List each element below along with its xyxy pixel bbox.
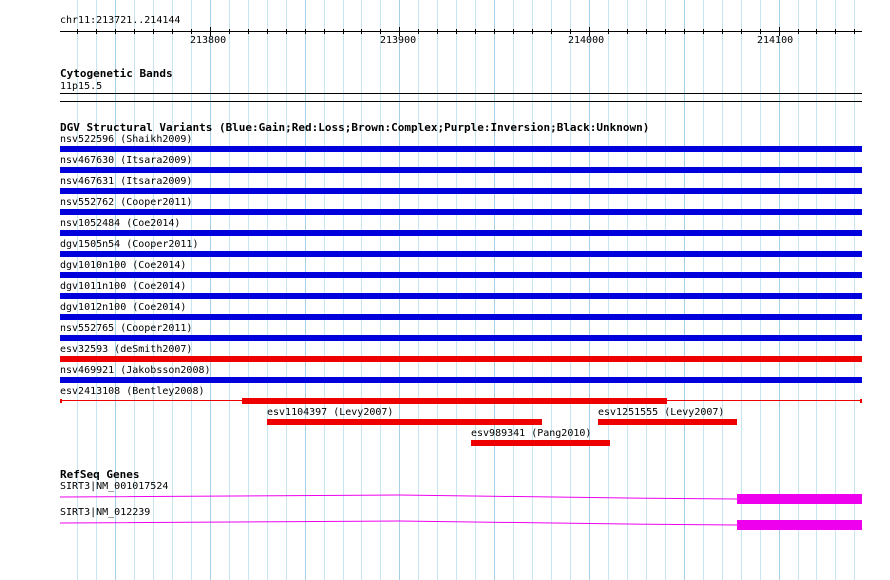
ruler-tick <box>437 29 438 34</box>
variant-bar[interactable] <box>60 272 862 278</box>
ruler-tick <box>684 29 685 34</box>
variant-span-cap <box>860 398 862 403</box>
ruler-tick <box>854 29 855 34</box>
variant-bar[interactable] <box>60 209 862 215</box>
ruler-tick <box>267 29 268 34</box>
variant-label[interactable]: nsv522596 (Shaikh2009) <box>60 134 192 145</box>
ruler-label-1: 213800 <box>190 35 227 46</box>
ruler-label-2: 213900 <box>380 35 417 46</box>
ruler-tick <box>229 29 230 34</box>
ruler-label-4: 214100 <box>757 35 794 46</box>
ruler-tick <box>741 29 742 34</box>
genome-browser-canvas: chr11:213721..214144 213800 213900 21400… <box>0 0 890 580</box>
ruler-tick <box>494 29 495 34</box>
ruler-tick <box>134 29 135 34</box>
variant-label[interactable]: dgv1012n100 (Coe2014) <box>60 302 186 313</box>
ruler-tick <box>665 29 666 34</box>
region-label: chr11:213721..214144 <box>60 15 181 26</box>
variant-label[interactable]: nsv1052484 (Coe2014) <box>60 218 180 229</box>
ruler-tick <box>153 29 154 34</box>
ruler-tick <box>570 29 571 34</box>
variant-label[interactable]: nsv467630 (Itsara2009) <box>60 155 192 166</box>
variant-label[interactable]: nsv469921 (Jakobsson2008) <box>60 365 211 376</box>
variant-bar[interactable] <box>60 293 862 299</box>
ruler-tick <box>115 29 116 34</box>
variant-label[interactable]: dgv1505n54 (Cooper2011) <box>60 239 198 250</box>
variant-label[interactable]: dgv1011n100 (Coe2014) <box>60 281 186 292</box>
refseq-track-title[interactable]: RefSeq Genes <box>60 469 139 481</box>
variant-bar[interactable] <box>60 251 862 257</box>
variant-bar[interactable] <box>60 230 862 236</box>
ruler-tick <box>703 29 704 34</box>
ruler-tick <box>551 29 552 34</box>
variant-label[interactable]: nsv552762 (Cooper2011) <box>60 197 192 208</box>
ruler-tick <box>380 29 381 34</box>
variant-bar[interactable] <box>242 398 667 404</box>
ruler-tick <box>532 29 533 34</box>
gene-exon[interactable] <box>737 494 862 504</box>
variant-label[interactable]: esv1104397 (Levy2007) <box>267 407 393 418</box>
ruler-tick <box>760 29 761 34</box>
variant-bar[interactable] <box>598 419 737 425</box>
cytoband-label: 11p15.5 <box>60 81 103 92</box>
variant-label[interactable]: nsv552765 (Cooper2011) <box>60 323 192 334</box>
ruler-tick <box>513 29 514 34</box>
ruler-tick <box>722 29 723 34</box>
ruler-tick <box>608 29 609 34</box>
variant-bar[interactable] <box>471 440 610 446</box>
cytoband-bottom-line <box>60 101 862 102</box>
ruler-tick <box>191 29 192 34</box>
ruler-label-3: 214000 <box>568 35 605 46</box>
ruler-tick <box>324 29 325 34</box>
ruler-tick <box>286 29 287 34</box>
variant-label[interactable]: esv989341 (Pang2010) <box>471 428 591 439</box>
ruler-tick <box>816 29 817 34</box>
ruler-tick <box>248 29 249 34</box>
variant-bar[interactable] <box>60 188 862 194</box>
dgv-track-title[interactable]: DGV Structural Variants (Blue:Gain;Red:L… <box>60 122 649 134</box>
variant-bar[interactable] <box>60 314 862 320</box>
ruler-tick <box>798 29 799 34</box>
variant-label[interactable]: esv2413108 (Bentley2008) <box>60 386 205 397</box>
ruler-tick <box>475 29 476 34</box>
ruler-tick <box>343 29 344 34</box>
cytoband-track-title[interactable]: Cytogenetic Bands <box>60 68 173 80</box>
variant-label[interactable]: esv1251555 (Levy2007) <box>598 407 724 418</box>
variant-bar[interactable] <box>60 146 862 152</box>
ruler-tick <box>418 29 419 34</box>
variant-bar[interactable] <box>60 335 862 341</box>
ruler-tick <box>835 29 836 34</box>
ruler-tick <box>627 29 628 34</box>
ruler-tick <box>456 29 457 34</box>
variant-bar[interactable] <box>60 167 862 173</box>
variant-bar[interactable] <box>267 419 542 425</box>
variant-label[interactable]: nsv467631 (Itsara2009) <box>60 176 192 187</box>
gene-exon[interactable] <box>737 520 862 530</box>
variant-bar[interactable] <box>60 377 862 383</box>
variant-span-cap <box>60 398 62 403</box>
ruler-tick <box>172 29 173 34</box>
ruler-tick <box>646 29 647 34</box>
ruler-tick <box>96 29 97 34</box>
variant-label[interactable]: dgv1010n100 (Coe2014) <box>60 260 186 271</box>
ruler-tick <box>361 29 362 34</box>
variant-bar[interactable] <box>60 356 862 362</box>
ruler-tick <box>77 29 78 34</box>
ruler-tick <box>305 29 306 34</box>
variant-label[interactable]: esv32593 (deSmith2007) <box>60 344 192 355</box>
cytoband-top-line <box>60 93 862 94</box>
